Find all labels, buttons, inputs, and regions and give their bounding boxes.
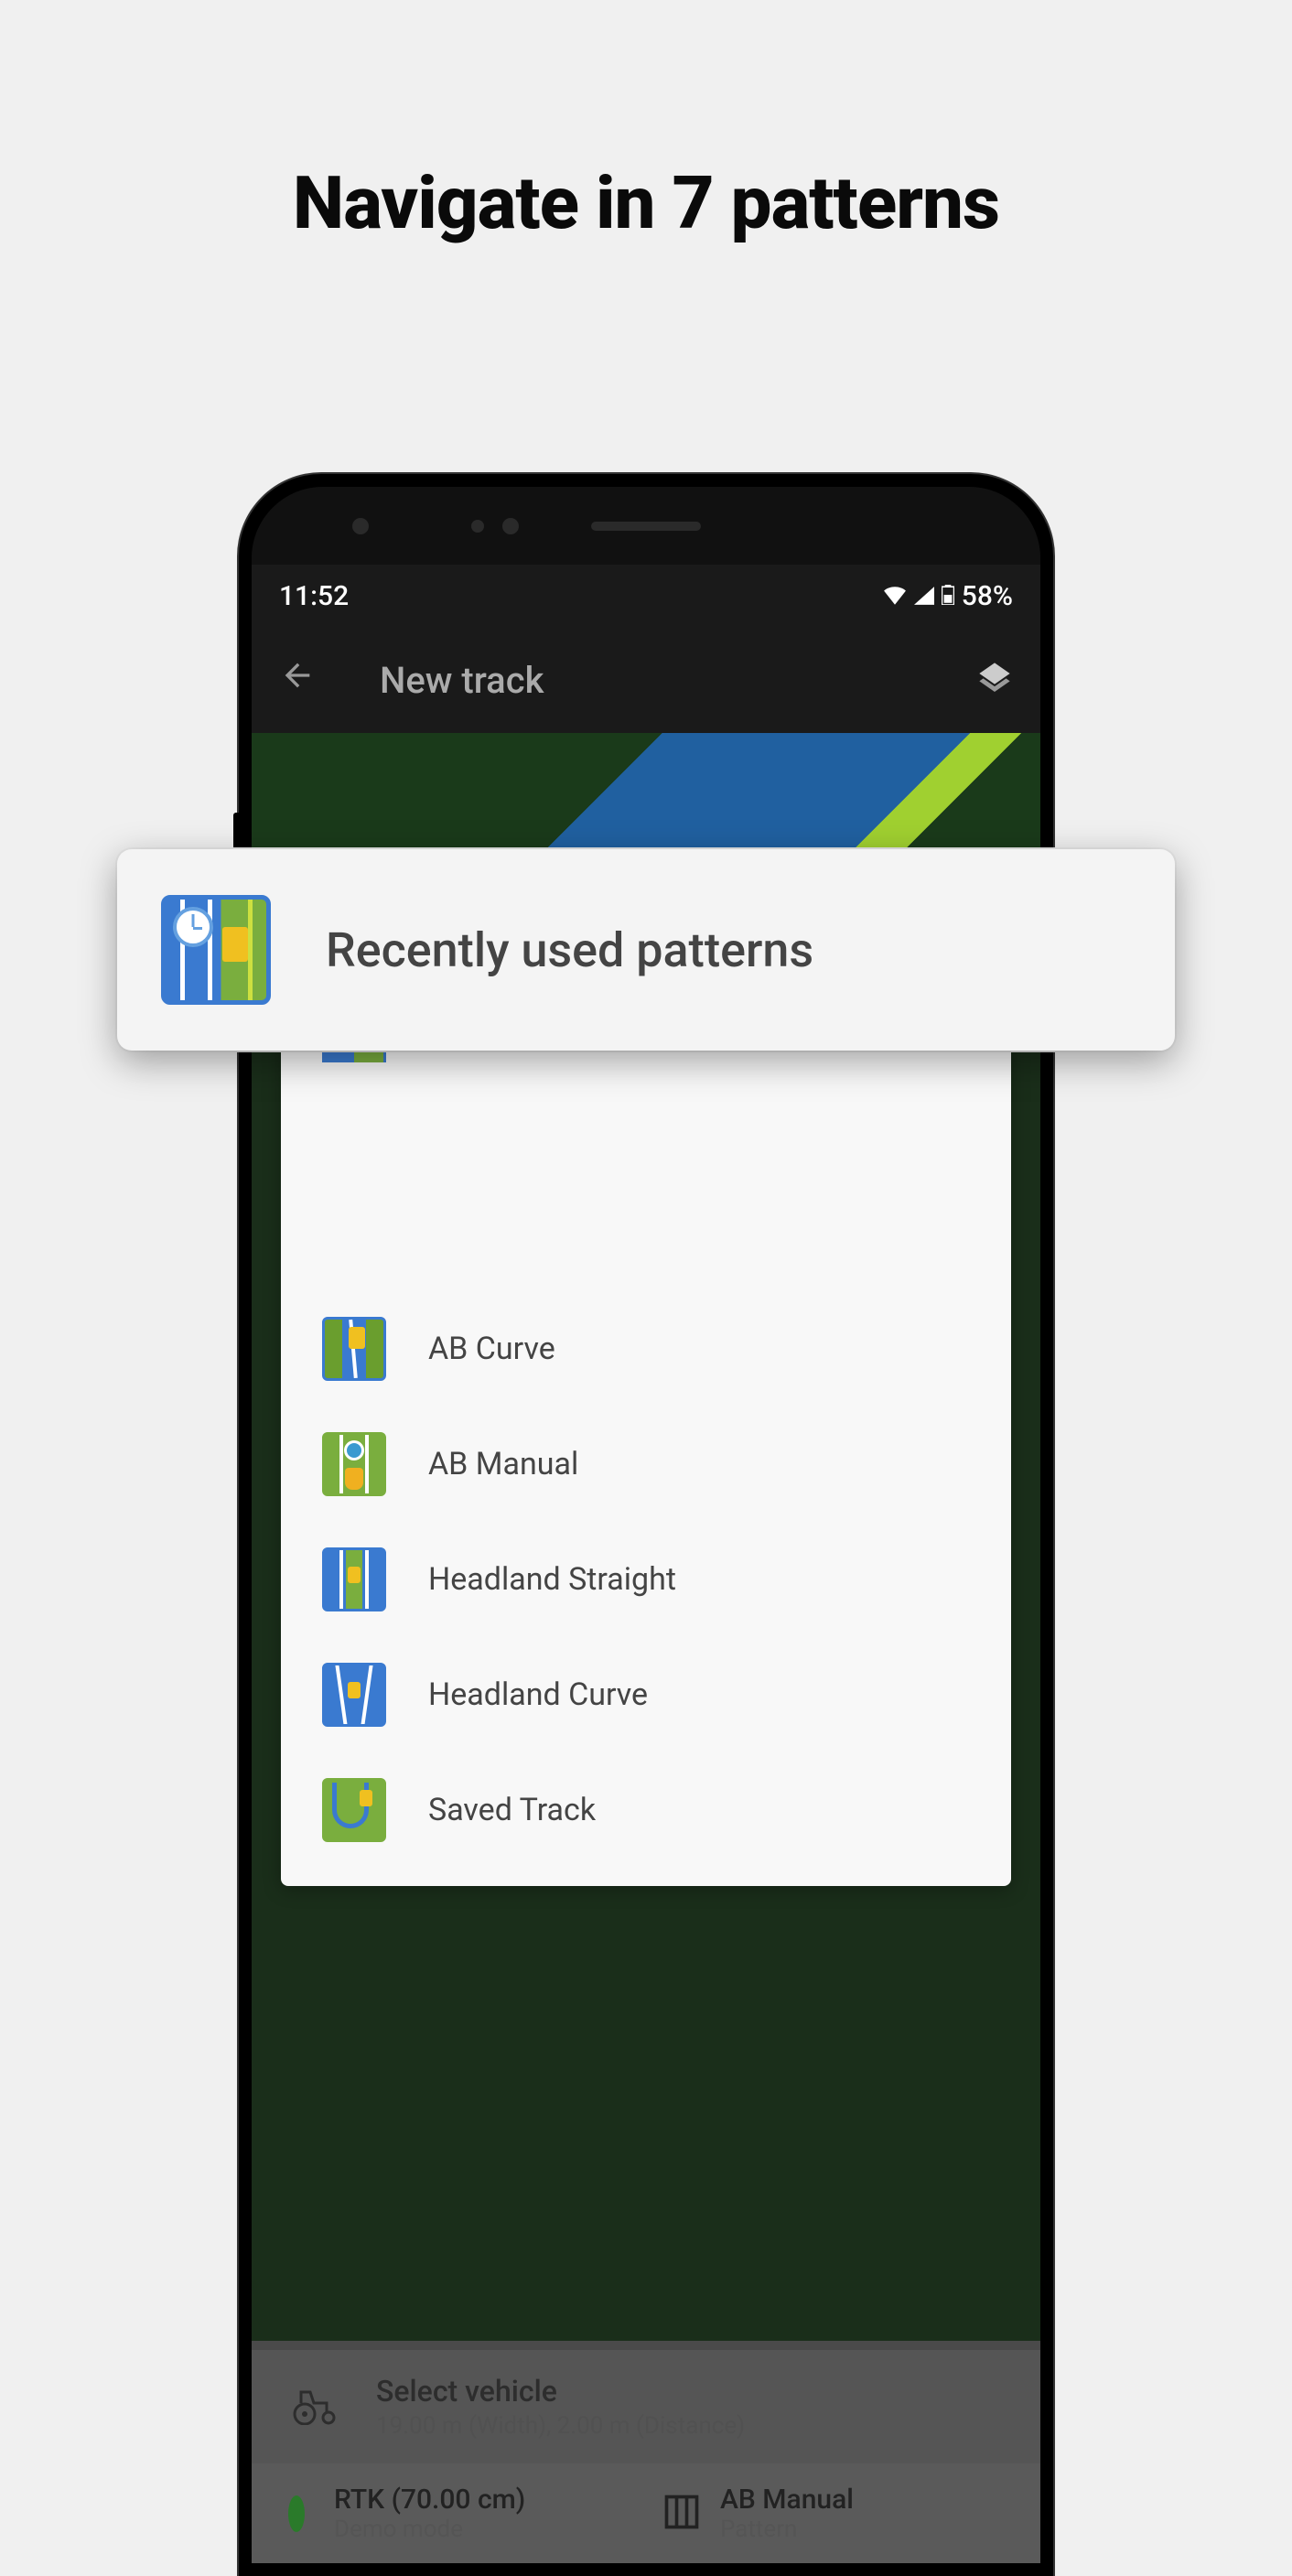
pattern-item-ab-curve[interactable]: AB Curve xyxy=(281,1291,1011,1407)
status-row[interactable]: RTK (70.00 cm) Demo mode AB Manual Patte… xyxy=(252,2463,1040,2563)
vehicle-title: Select vehicle xyxy=(376,2374,1004,2409)
back-icon[interactable] xyxy=(279,656,316,704)
grid-icon xyxy=(647,2492,691,2536)
status-time: 11:52 xyxy=(279,580,349,612)
recent-patterns-icon xyxy=(161,895,271,1005)
battery-icon xyxy=(942,580,954,612)
pattern-status-title: AB Manual xyxy=(720,2484,1004,2516)
pattern-item-headland-curve[interactable]: Headland Curve xyxy=(281,1637,1011,1752)
battery-percent: 58% xyxy=(962,580,1013,612)
pattern-label: AB Curve xyxy=(428,1331,555,1367)
header-title: New track xyxy=(380,659,976,702)
rtk-title: RTK (70.00 cm) xyxy=(334,2484,618,2516)
select-vehicle-row[interactable]: Select vehicle 19.00 m (Width), 2.00 m (… xyxy=(252,2350,1040,2463)
guidance-mode-dialog: Select tractor guidance mode AB Curve xyxy=(281,912,1011,1886)
status-bar: 11:52 58% xyxy=(252,565,1040,627)
highlighted-pattern-item[interactable]: Recently used patterns xyxy=(117,849,1175,1051)
pattern-label: Saved Track xyxy=(428,1792,596,1828)
pattern-label: AB Manual xyxy=(428,1446,578,1482)
layers-icon[interactable] xyxy=(976,660,1013,700)
wifi-icon xyxy=(883,580,907,612)
highlight-label: Recently used patterns xyxy=(326,922,813,978)
page-title: Navigate in 7 patterns xyxy=(0,0,1292,246)
connection-status-icon xyxy=(288,2495,305,2532)
app-header: New track xyxy=(252,627,1040,733)
ab-curve-icon xyxy=(322,1317,386,1381)
pattern-item-ab-manual[interactable]: AB Manual xyxy=(281,1407,1011,1522)
bottom-panel: Select vehicle 19.00 m (Width), 2.00 m (… xyxy=(252,2341,1040,2563)
pattern-label: Headland Curve xyxy=(428,1676,648,1713)
phone-notch xyxy=(252,487,1040,565)
rtk-subtitle: Demo mode xyxy=(334,2516,618,2543)
pattern-status-subtitle: Pattern xyxy=(720,2516,1004,2543)
headland-curve-icon xyxy=(322,1663,386,1727)
vehicle-subtitle: 19.00 m (Width), 2.00 m (Distance) xyxy=(376,2412,1004,2440)
phone-mockup: 11:52 58% New t xyxy=(239,474,1053,2576)
saved-track-icon xyxy=(322,1778,386,1842)
pattern-label: Headland Straight xyxy=(428,1561,676,1598)
pattern-item-headland-straight[interactable]: Headland Straight xyxy=(281,1522,1011,1637)
pattern-item-saved-track[interactable]: Saved Track xyxy=(281,1752,1011,1868)
headland-straight-icon xyxy=(322,1547,386,1611)
ab-manual-icon xyxy=(322,1432,386,1496)
tractor-icon xyxy=(288,2388,339,2425)
cellular-icon xyxy=(914,580,934,612)
